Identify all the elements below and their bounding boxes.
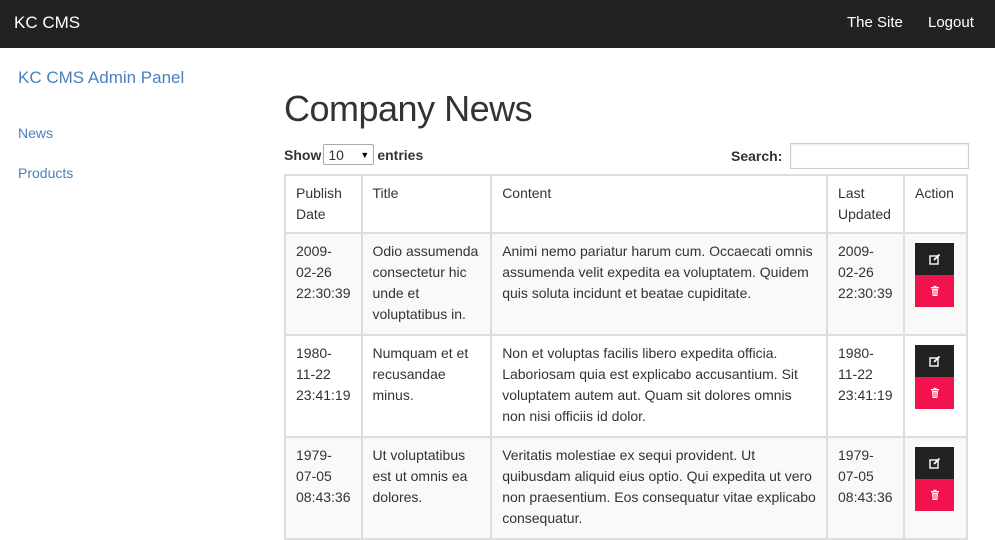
dropdown-arrow-icon: ▼ [360, 149, 370, 160]
page-length-value: 10 [328, 146, 344, 163]
news-table: Publish Date Title Content Last Updated … [284, 174, 968, 540]
column-header-last-updated[interactable]: Last Updated [826, 174, 905, 234]
search-input[interactable] [790, 143, 970, 169]
delete-button[interactable] [915, 275, 954, 307]
page-length-control: Show 10 ▼ entries [284, 144, 423, 165]
top-navbar: KC CMS The Site Logout [0, 0, 995, 48]
column-header-content[interactable]: Content [490, 174, 829, 234]
edit-icon [928, 355, 940, 367]
page-length-select[interactable]: 10 ▼ [323, 144, 375, 165]
cell-publish-date: 1980-11-22 23:41:19 [284, 334, 363, 438]
cell-publish-date: 1979-07-05 08:43:36 [284, 436, 363, 540]
nav-logout-link[interactable]: Logout [928, 14, 974, 31]
trash-icon [930, 489, 939, 500]
sidebar-item-news[interactable]: News [18, 125, 53, 141]
edit-icon [928, 457, 940, 469]
column-header-publish-date[interactable]: Publish Date [284, 174, 363, 234]
show-label: Show [284, 146, 322, 163]
table-row: 1979-07-05 08:43:36 Ut voluptatibus est … [284, 436, 968, 540]
cell-last-updated: 1979-07-05 08:43:36 [826, 436, 905, 540]
edit-icon [928, 253, 940, 265]
table-header-row: Publish Date Title Content Last Updated … [284, 174, 968, 234]
column-header-action: Action [903, 174, 968, 234]
delete-button[interactable] [915, 479, 954, 511]
search-label: Search: [731, 148, 783, 164]
trash-icon [930, 387, 939, 398]
cell-content: Non et voluptas facilis libero expedita … [490, 334, 829, 438]
table-row: 1980-11-22 23:41:19 Numquam et et recusa… [284, 334, 968, 438]
delete-button[interactable] [915, 377, 954, 409]
cell-title: Numquam et et recusandae minus. [360, 334, 493, 438]
sidebar-title[interactable]: KC CMS Admin Panel [18, 68, 184, 88]
page-title: Company News [284, 88, 533, 129]
cell-actions [903, 232, 968, 336]
nav-the-site-link[interactable]: The Site [847, 14, 903, 31]
cell-actions [903, 436, 968, 540]
search-control: Search: [731, 143, 970, 169]
entries-label: entries [377, 146, 424, 163]
cell-title: Odio assumenda consectetur hic unde et v… [360, 232, 493, 336]
cell-last-updated: 1980-11-22 23:41:19 [826, 334, 905, 438]
cell-publish-date: 2009-02-26 22:30:39 [284, 232, 363, 336]
table-row: 2009-02-26 22:30:39 Odio assumenda conse… [284, 232, 968, 336]
edit-button[interactable] [915, 345, 954, 377]
cell-actions [903, 334, 968, 438]
cell-content: Animi nemo pariatur harum cum. Occaecati… [490, 232, 829, 336]
trash-icon [930, 285, 939, 296]
sidebar-item-products[interactable]: Products [18, 165, 73, 181]
cell-title: Ut voluptatibus est ut omnis ea dolores. [360, 436, 493, 540]
edit-button[interactable] [915, 447, 954, 479]
edit-button[interactable] [915, 243, 954, 275]
brand-logo-text[interactable]: KC CMS [14, 13, 80, 33]
cell-content: Veritatis molestiae ex sequi provident. … [490, 436, 829, 540]
column-header-title[interactable]: Title [360, 174, 493, 234]
cell-last-updated: 2009-02-26 22:30:39 [826, 232, 905, 336]
